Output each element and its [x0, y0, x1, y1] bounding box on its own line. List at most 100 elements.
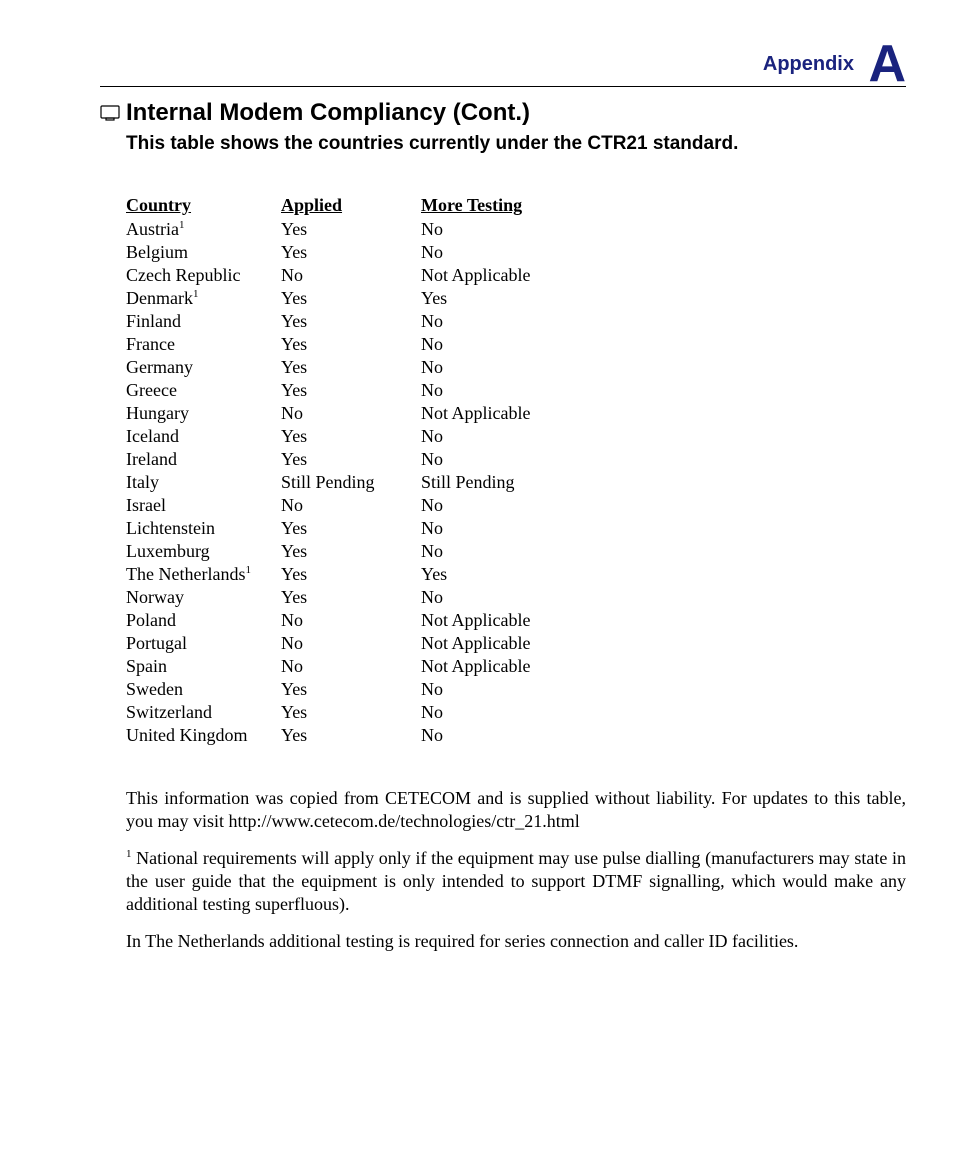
- cell-more-testing: No: [421, 517, 601, 540]
- table-row: FranceYesNo: [126, 333, 601, 356]
- header-country: Country: [126, 195, 281, 218]
- cell-country: France: [126, 333, 281, 356]
- notes-section: This information was copied from CETECOM…: [126, 787, 906, 953]
- cell-applied: Yes: [281, 310, 421, 333]
- title-row: Internal Modem Compliancy (Cont.): [100, 99, 906, 127]
- cell-applied: No: [281, 632, 421, 655]
- cell-country: Greece: [126, 379, 281, 402]
- table-row: PortugalNoNot Applicable: [126, 632, 601, 655]
- cell-country: Ireland: [126, 448, 281, 471]
- table-row: GermanyYesNo: [126, 356, 601, 379]
- table-row: IsraelNoNo: [126, 494, 601, 517]
- page-header: Appendix A: [100, 30, 906, 87]
- footnote-text: National requirements will apply only if…: [126, 848, 906, 914]
- cell-country: Austria1: [126, 218, 281, 241]
- table-row: United KingdomYesNo: [126, 724, 601, 747]
- cell-country: The Netherlands1: [126, 563, 281, 586]
- cell-country: Czech Republic: [126, 264, 281, 287]
- cell-more-testing: No: [421, 448, 601, 471]
- document-icon: [100, 105, 120, 121]
- table-row: LichtensteinYesNo: [126, 517, 601, 540]
- table-row: GreeceYesNo: [126, 379, 601, 402]
- appendix-label: Appendix: [763, 53, 854, 76]
- cell-applied: Yes: [281, 678, 421, 701]
- table-row: SpainNoNot Applicable: [126, 655, 601, 678]
- cell-applied: Yes: [281, 586, 421, 609]
- table-row: Austria1YesNo: [126, 218, 601, 241]
- footnote-marker: 1: [179, 219, 185, 231]
- cell-more-testing: Not Applicable: [421, 402, 601, 425]
- cell-more-testing: No: [421, 241, 601, 264]
- header-more-testing: More Testing: [421, 195, 601, 218]
- cell-more-testing: No: [421, 310, 601, 333]
- cell-country: Switzerland: [126, 701, 281, 724]
- cell-country: Germany: [126, 356, 281, 379]
- cell-country: Hungary: [126, 402, 281, 425]
- page-title: Internal Modem Compliancy (Cont.): [126, 99, 530, 127]
- cell-more-testing: No: [421, 678, 601, 701]
- cell-more-testing: No: [421, 356, 601, 379]
- cell-applied: No: [281, 655, 421, 678]
- cell-more-testing: No: [421, 379, 601, 402]
- table-row: The Netherlands1YesYes: [126, 563, 601, 586]
- table-row: PolandNoNot Applicable: [126, 609, 601, 632]
- page-subtitle: This table shows the countries currently…: [126, 133, 906, 155]
- cell-country: Luxemburg: [126, 540, 281, 563]
- cell-country: Iceland: [126, 425, 281, 448]
- table-row: FinlandYesNo: [126, 310, 601, 333]
- table-row: NorwayYesNo: [126, 586, 601, 609]
- cell-more-testing: Not Applicable: [421, 264, 601, 287]
- cell-country: Italy: [126, 471, 281, 494]
- cell-applied: No: [281, 402, 421, 425]
- appendix-letter: A: [868, 38, 906, 90]
- cell-country: United Kingdom: [126, 724, 281, 747]
- cell-country: Norway: [126, 586, 281, 609]
- cell-applied: Yes: [281, 379, 421, 402]
- cell-applied: Yes: [281, 356, 421, 379]
- cell-more-testing: Not Applicable: [421, 632, 601, 655]
- cell-more-testing: Not Applicable: [421, 609, 601, 632]
- header-applied: Applied: [281, 195, 421, 218]
- cell-applied: Yes: [281, 540, 421, 563]
- cell-more-testing: No: [421, 724, 601, 747]
- footnote-marker: 1: [193, 288, 199, 300]
- cell-country: Belgium: [126, 241, 281, 264]
- table-row: HungaryNoNot Applicable: [126, 402, 601, 425]
- cell-more-testing: Yes: [421, 563, 601, 586]
- cell-more-testing: No: [421, 494, 601, 517]
- compliancy-table: Country Applied More Testing Austria1Yes…: [126, 195, 906, 747]
- cell-more-testing: No: [421, 540, 601, 563]
- cell-applied: Yes: [281, 448, 421, 471]
- cell-more-testing: No: [421, 586, 601, 609]
- note-source: This information was copied from CETECOM…: [126, 787, 906, 833]
- cell-applied: Yes: [281, 517, 421, 540]
- table-row: Czech RepublicNoNot Applicable: [126, 264, 601, 287]
- cell-applied: Yes: [281, 724, 421, 747]
- cell-applied: No: [281, 494, 421, 517]
- cell-applied: No: [281, 609, 421, 632]
- table-row: BelgiumYesNo: [126, 241, 601, 264]
- cell-more-testing: No: [421, 218, 601, 241]
- footnote-marker: 1: [245, 564, 251, 576]
- cell-applied: No: [281, 264, 421, 287]
- table-row: IcelandYesNo: [126, 425, 601, 448]
- cell-applied: Yes: [281, 425, 421, 448]
- table-row: Denmark1YesYes: [126, 287, 601, 310]
- cell-more-testing: No: [421, 701, 601, 724]
- cell-country: Spain: [126, 655, 281, 678]
- cell-applied: Yes: [281, 287, 421, 310]
- table-row: LuxemburgYesNo: [126, 540, 601, 563]
- cell-applied: Yes: [281, 563, 421, 586]
- table-row: IrelandYesNo: [126, 448, 601, 471]
- cell-more-testing: No: [421, 425, 601, 448]
- cell-country: Lichtenstein: [126, 517, 281, 540]
- cell-more-testing: Not Applicable: [421, 655, 601, 678]
- cell-applied: Yes: [281, 241, 421, 264]
- note-footnote-1: 1 National requirements will apply only …: [126, 847, 906, 916]
- cell-more-testing: No: [421, 333, 601, 356]
- cell-more-testing: Yes: [421, 287, 601, 310]
- cell-applied: Yes: [281, 333, 421, 356]
- cell-applied: Still Pending: [281, 471, 421, 494]
- note-netherlands: In The Netherlands additional testing is…: [126, 930, 906, 953]
- table-header-row: Country Applied More Testing: [126, 195, 601, 218]
